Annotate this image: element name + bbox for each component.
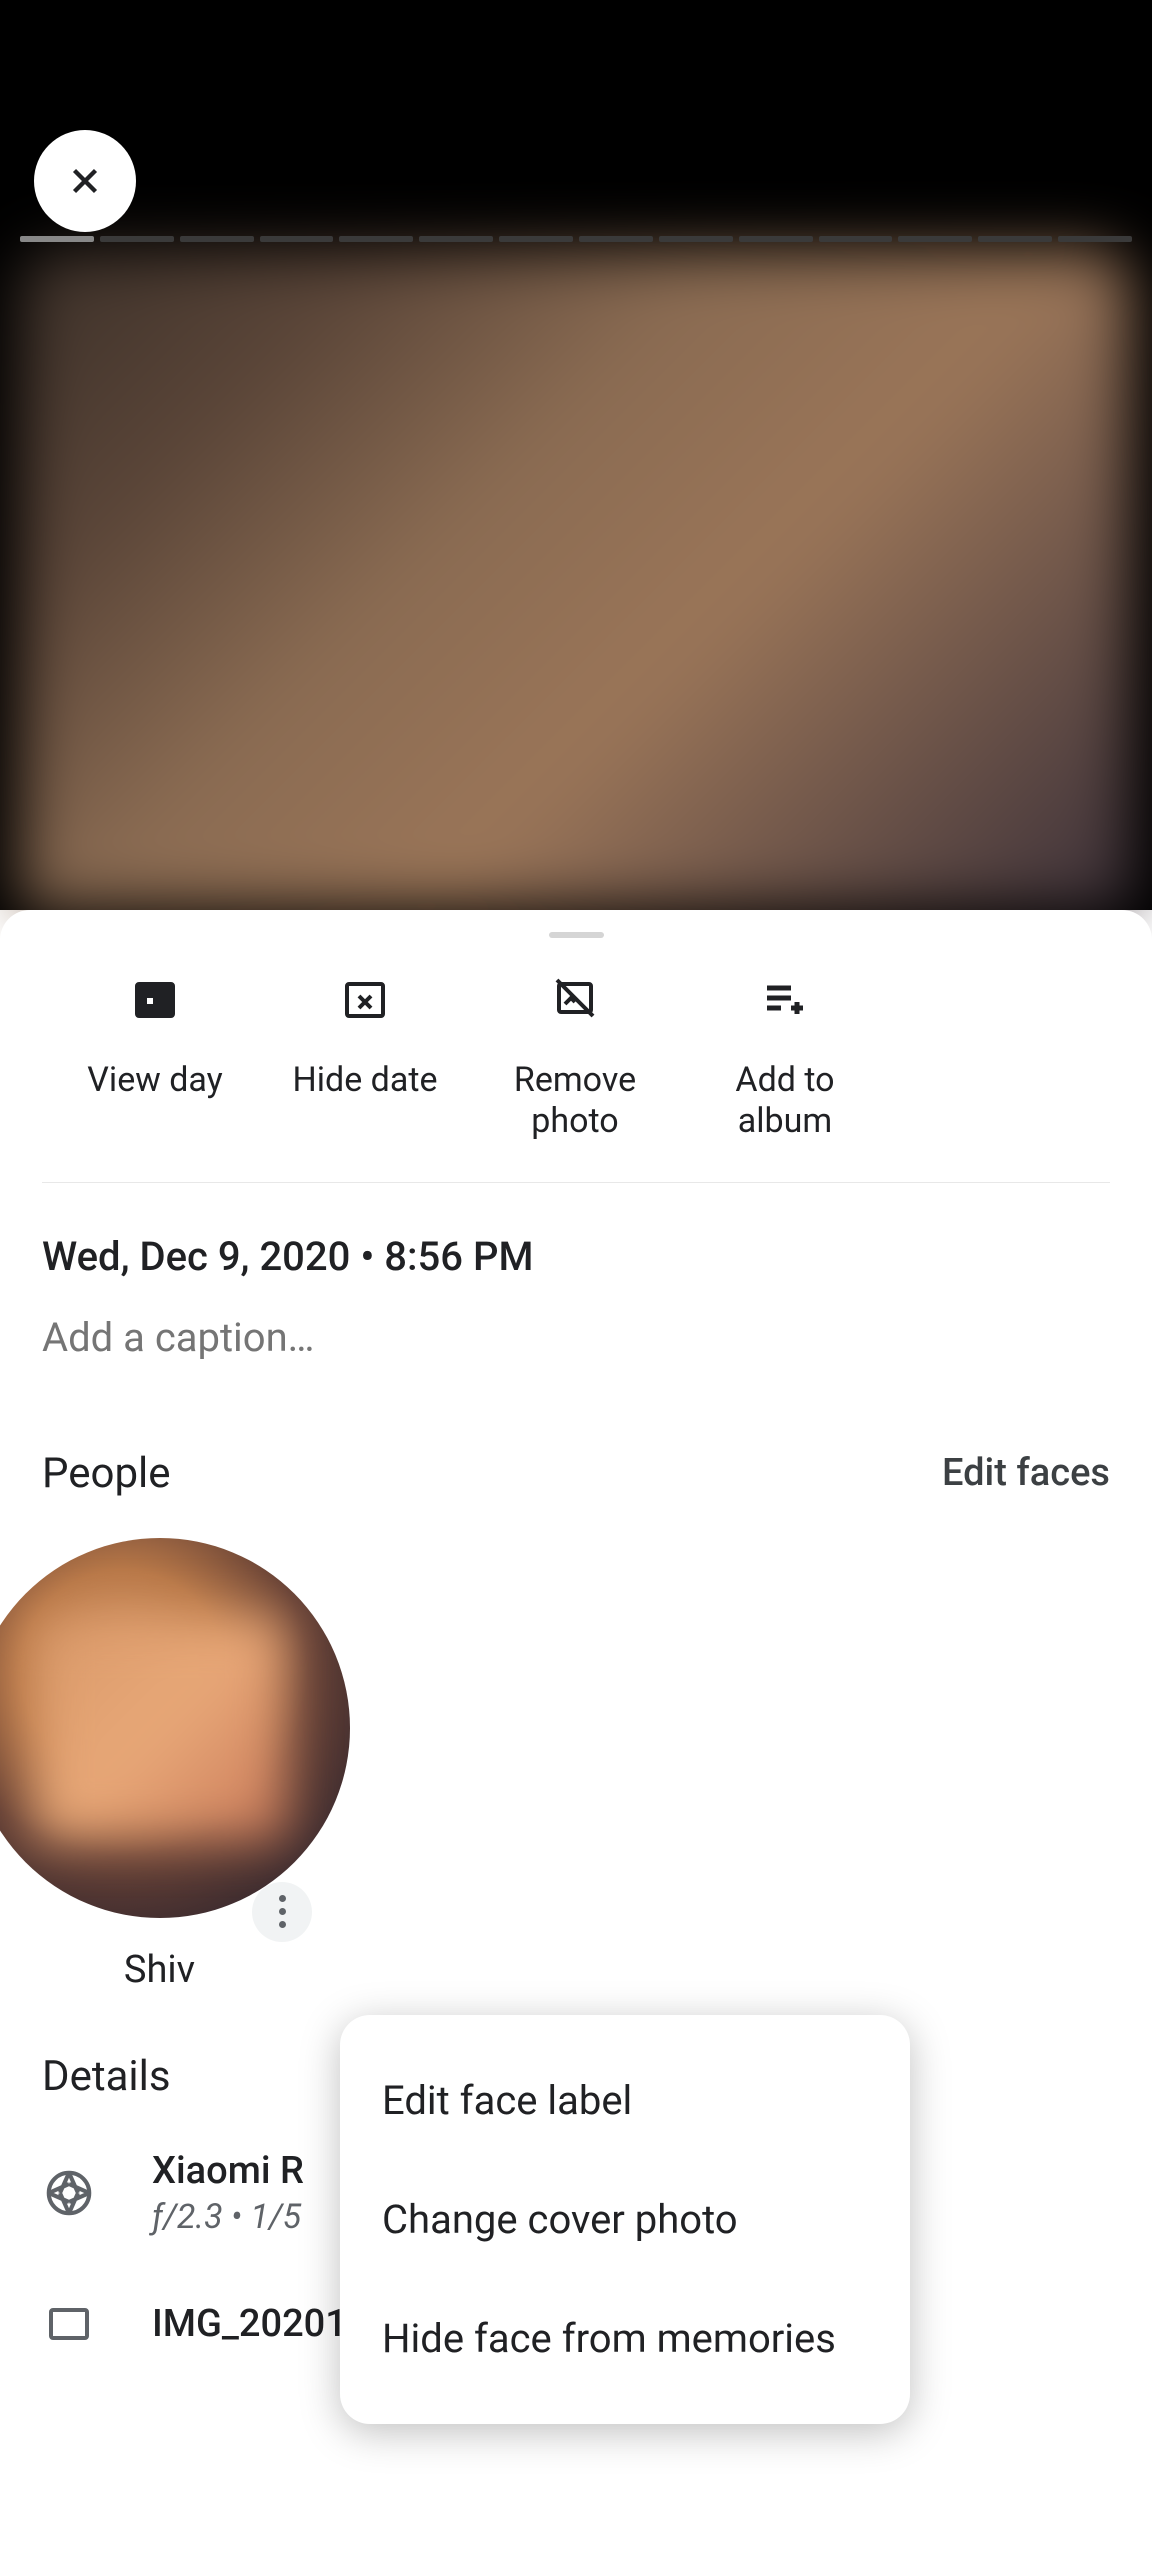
story-progress-bar (20, 236, 1132, 244)
edit-faces-button[interactable]: Edit faces (942, 1451, 1110, 1495)
people-title: People (42, 1449, 171, 1498)
people-section: People Edit faces Shiv (0, 1361, 1152, 1992)
person-item[interactable]: Shiv (42, 1538, 277, 1992)
playlist-add-icon (761, 974, 809, 1022)
more-vertical-icon (279, 1895, 286, 1928)
progress-segment (100, 236, 174, 242)
hide-face-from-memories-item[interactable]: Hide face from memories (340, 2279, 910, 2398)
add-to-album-button[interactable]: Add to album (680, 974, 890, 1142)
progress-segment (339, 236, 413, 242)
quick-actions-row: View day Hide date Remove photo (42, 974, 1110, 1183)
hide-date-label: Hide date (293, 1060, 438, 1101)
progress-segment (260, 236, 334, 242)
view-day-button[interactable]: View day (50, 974, 260, 1142)
date-section: Wed, Dec 9, 2020 • 8:56 PM (0, 1183, 1152, 1361)
progress-segment (499, 236, 573, 242)
face-context-menu: Edit face label Change cover photo Hide … (340, 2015, 910, 2424)
edit-face-label-item[interactable]: Edit face label (340, 2041, 910, 2160)
person-avatar[interactable] (0, 1538, 350, 1918)
add-to-album-label: Add to album (735, 1060, 834, 1142)
close-icon (64, 160, 106, 202)
calendar-day-icon (131, 974, 179, 1022)
progress-segment (819, 236, 893, 242)
progress-segment (180, 236, 254, 242)
progress-segment (20, 236, 94, 242)
caption-input[interactable] (42, 1314, 1110, 1361)
sheet-drag-handle[interactable] (549, 932, 604, 938)
calendar-x-icon (341, 974, 389, 1022)
remove-photo-button[interactable]: Remove photo (470, 974, 680, 1142)
people-header: People Edit faces (42, 1449, 1110, 1498)
change-cover-photo-item[interactable]: Change cover photo (340, 2160, 910, 2279)
progress-segment (659, 236, 733, 242)
image-icon (42, 2297, 96, 2351)
photo-thumbnail[interactable] (20, 250, 1132, 910)
progress-segment (739, 236, 813, 242)
close-button[interactable] (34, 130, 136, 232)
view-day-label: View day (87, 1060, 222, 1101)
person-more-button[interactable] (252, 1882, 312, 1942)
progress-segment (419, 236, 493, 242)
progress-segment (898, 236, 972, 242)
person-name-label: Shiv (124, 1948, 195, 1992)
progress-segment (579, 236, 653, 242)
hide-date-button[interactable]: Hide date (260, 974, 470, 1142)
aperture-icon (42, 2166, 96, 2220)
photo-viewer-area (0, 0, 1152, 910)
remove-photo-label: Remove photo (514, 1060, 636, 1142)
image-remove-icon (551, 974, 599, 1022)
progress-segment (978, 236, 1052, 242)
photo-date-time: Wed, Dec 9, 2020 • 8:56 PM (42, 1233, 1110, 1280)
progress-segment (1058, 236, 1132, 242)
